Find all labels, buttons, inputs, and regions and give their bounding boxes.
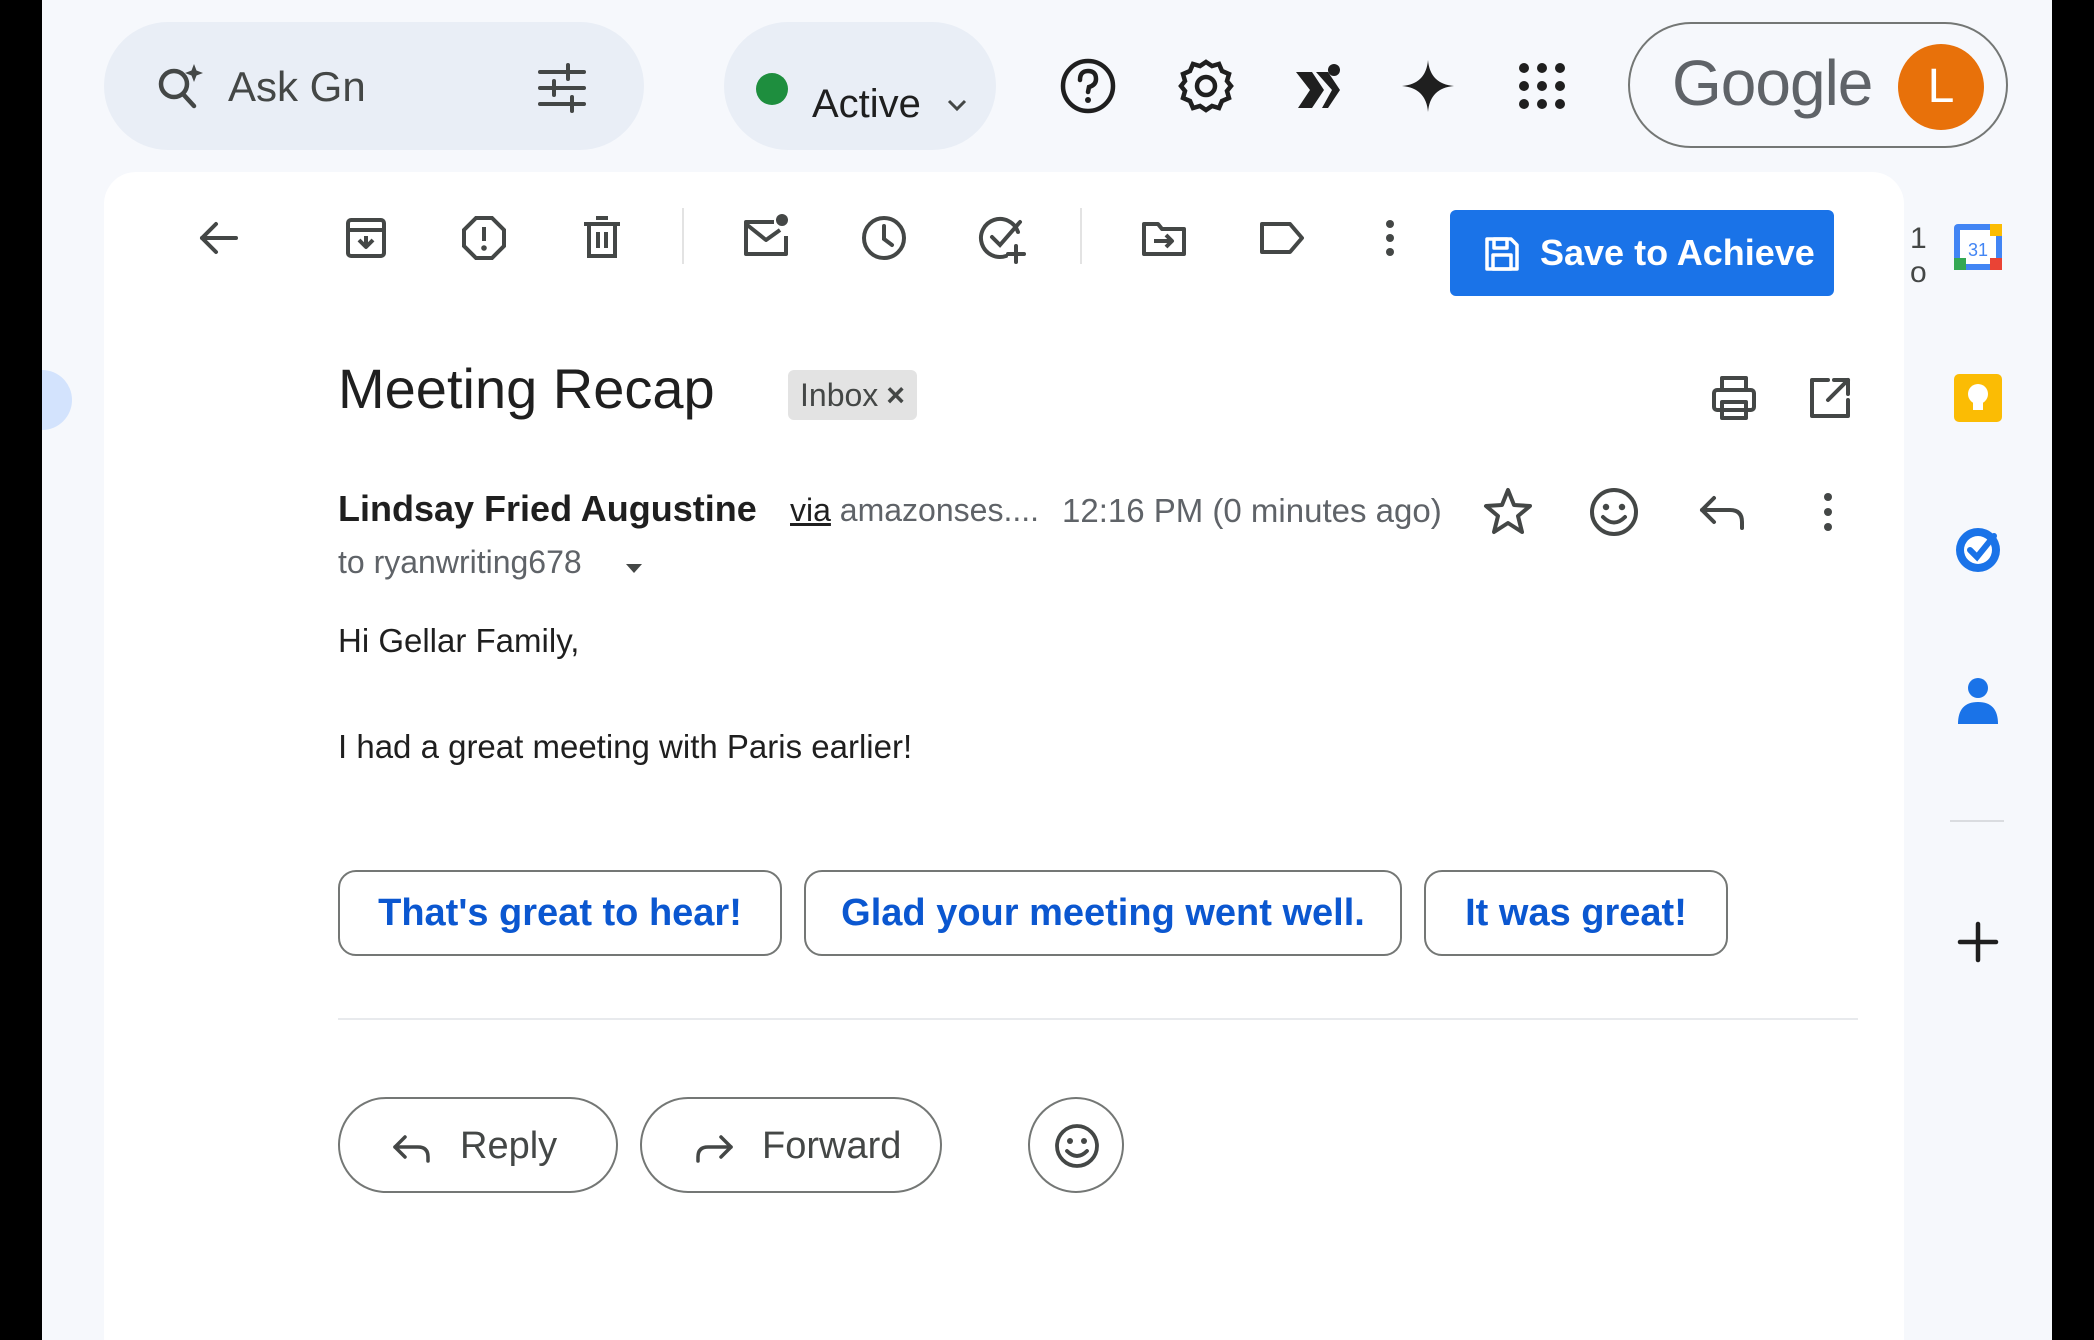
side-panel-divider <box>1950 820 2004 822</box>
smart-reply-button[interactable]: Glad your meeting went well. <box>804 870 1402 956</box>
delete-icon[interactable] <box>576 212 628 264</box>
contacts-icon[interactable] <box>1950 672 2006 728</box>
save-to-achieve-button[interactable]: Save to Achieve <box>1450 210 1834 296</box>
more-vert-icon[interactable] <box>1364 212 1416 264</box>
tasks-icon[interactable] <box>1950 522 2006 578</box>
back-arrow-icon[interactable] <box>192 212 244 264</box>
message-more-icon[interactable] <box>1800 484 1856 540</box>
reply-icon <box>393 1135 430 1163</box>
gemini-icon[interactable] <box>1398 56 1458 116</box>
apps-grid-icon[interactable] <box>1512 56 1572 116</box>
keep-icon[interactable] <box>1950 370 2006 426</box>
report-spam-icon[interactable] <box>458 212 510 264</box>
emoji-react-button[interactable] <box>1028 1097 1124 1193</box>
sender-domain: amazonses.... <box>839 492 1039 528</box>
search-sparkle-icon[interactable] <box>150 58 210 118</box>
search-bar[interactable] <box>104 22 644 150</box>
archive-icon[interactable] <box>340 212 392 264</box>
label-chip-inbox[interactable]: Inbox × <box>788 370 917 420</box>
email-body-line: I had a great meeting with Paris earlier… <box>338 728 913 765</box>
label-chip-text: Inbox <box>800 377 879 413</box>
toolbar-divider <box>1080 208 1082 264</box>
forward-label: Forward <box>762 1125 902 1167</box>
recipient-line: to ryanwriting678 <box>338 544 582 580</box>
sender-name[interactable]: Lindsay Fried Augustine <box>338 488 757 530</box>
calendar-icon[interactable]: 31 <box>1950 218 2006 274</box>
screen-edge <box>2052 0 2094 1340</box>
message-counter: 1 o <box>1910 222 1927 289</box>
email-subject: Meeting Recap <box>338 357 715 420</box>
emoji-icon <box>1055 1124 1099 1168</box>
extension-icon[interactable] <box>1288 56 1348 116</box>
status-label: Active <box>812 82 921 126</box>
smart-reply-button[interactable]: It was great! <box>1424 870 1728 956</box>
forward-button[interactable]: Forward <box>640 1097 942 1193</box>
account-switcher[interactable]: Google L <box>1628 22 2008 148</box>
status-selector[interactable]: Active <box>724 22 996 150</box>
smart-reply-button[interactable]: That's great to hear! <box>338 870 782 956</box>
label-icon[interactable] <box>1256 212 1308 264</box>
divider <box>338 1018 1858 1020</box>
save-icon <box>1485 237 1519 271</box>
chevron-down-icon <box>947 99 967 112</box>
sender-via: via amazonses.... <box>790 492 1039 529</box>
via-link[interactable]: via <box>790 492 831 528</box>
email-body-line: Hi Gellar Family, <box>338 622 580 659</box>
reply-label: Reply <box>460 1125 558 1167</box>
snooze-icon[interactable] <box>858 212 910 264</box>
email-view: Save to Achieve 1 o Meeting Recap Inbox ×… <box>104 172 1927 1340</box>
emoji-react-icon[interactable] <box>1586 484 1642 540</box>
toolbar-divider <box>682 208 684 264</box>
reply-icon[interactable] <box>1694 484 1750 540</box>
calendar-day: 31 <box>1968 240 1988 260</box>
add-addon-icon[interactable] <box>1950 914 2006 970</box>
show-details-chevron-icon[interactable] <box>622 556 646 580</box>
avatar[interactable]: L <box>1898 44 1984 130</box>
print-icon[interactable] <box>1708 372 1760 424</box>
status-dot <box>756 73 788 105</box>
mark-unread-icon[interactable] <box>740 212 792 264</box>
search-input[interactable] <box>228 62 408 112</box>
settings-icon[interactable] <box>1176 56 1236 116</box>
side-panel-handle[interactable] <box>42 370 72 430</box>
help-icon[interactable] <box>1058 56 1118 116</box>
move-to-icon[interactable] <box>1138 212 1190 264</box>
google-logo: Google <box>1672 47 1873 119</box>
star-icon[interactable] <box>1480 484 1536 540</box>
email-timestamp: 12:16 PM (0 minutes ago) <box>1062 492 1442 529</box>
open-in-new-window-icon[interactable] <box>1804 372 1856 424</box>
reply-button[interactable]: Reply <box>338 1097 618 1193</box>
forward-icon <box>696 1135 733 1163</box>
remove-label-button[interactable]: × <box>886 377 905 413</box>
add-to-tasks-icon[interactable] <box>976 212 1028 264</box>
search-options-icon[interactable] <box>534 60 590 116</box>
gmail-window: Active Google L <box>42 0 2052 1340</box>
save-button-label: Save to Achieve <box>1540 232 1815 273</box>
